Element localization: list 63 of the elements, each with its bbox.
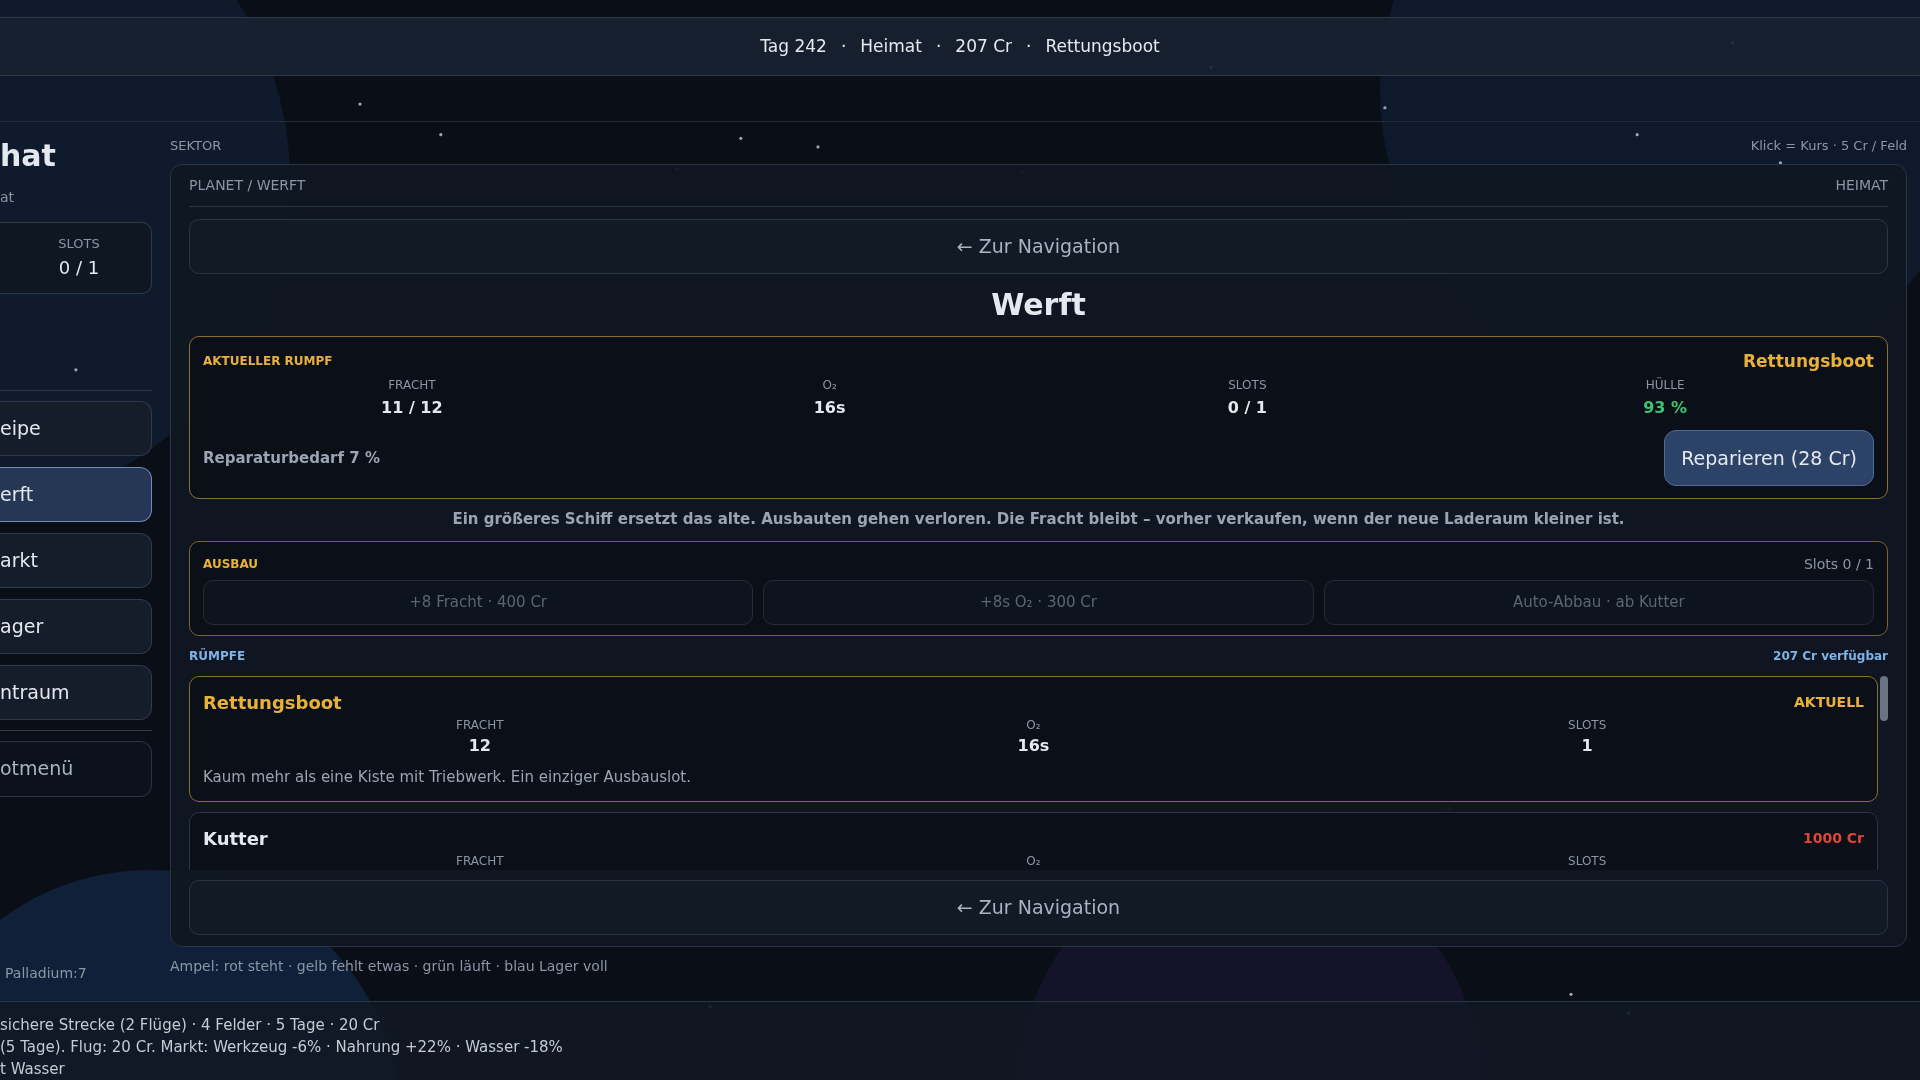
stat-value: 0 / 1 (58, 255, 100, 280)
stat-label: FRACHT (456, 716, 504, 734)
hull-name: Rettungsboot (203, 690, 342, 715)
stat-value: 11 / 12 (381, 397, 443, 420)
hull-name: Kutter (203, 826, 268, 851)
stat-label: SLOTS (58, 235, 100, 254)
stat-label: O₂ (1026, 852, 1041, 870)
panel-title: PLANET / WERFT (189, 175, 306, 195)
nav-button[interactable]: erft (0, 466, 152, 522)
legend-text: Ampel: rot steht · gelb fehlt etwas · grün läuft · blau Lager voll (170, 956, 609, 976)
card-label: AKTUELLER RUMPF (203, 353, 333, 371)
nav-button[interactable]: arkt (0, 532, 152, 588)
status-text: · (840, 34, 847, 58)
stat-label: SLOTS (1568, 716, 1607, 734)
hull-name: Rettungsboot (1742, 349, 1874, 373)
navigation-button[interactable]: ← Zur Navigation (189, 218, 1888, 274)
hull-card[interactable]: Rettungsboot AKTUELL FRACHT 12 O₂ 16s SLOTS 1 Kaum mehr als eine Kiste mit Triebwerk. Ein einziger Ausbauslot. (189, 675, 1878, 802)
status-text: Heimat (860, 34, 922, 58)
repair-need-text: Reparaturbedarf 7 % (203, 447, 380, 469)
status-text: Tag 242 (760, 34, 827, 58)
stat-label: HÜLLE (1645, 376, 1685, 395)
location-subtitle: at (0, 187, 16, 207)
nav-button[interactable]: ager (0, 598, 152, 654)
hint-text: Klick = Kurs · 5 Cr / Feld (1750, 136, 1907, 155)
stat-value: 0 / 1 (1227, 397, 1267, 420)
card-label: AUSBAU (203, 556, 259, 574)
hull-description: Kaum mehr als eine Kiste mit Triebwerk. Ein einziger Ausbauslot. (203, 766, 692, 788)
stat-value: 93 % (1643, 397, 1688, 420)
location-label: HEIMAT (1835, 175, 1888, 195)
scrollbar[interactable] (1880, 675, 1888, 721)
stat-label: O₂ (1026, 716, 1041, 734)
hull-status-label: 1000 Cr (1802, 828, 1864, 848)
nav-button[interactable]: eipe (0, 400, 152, 456)
status-text: 207 Cr (955, 34, 1013, 58)
stat-label: FRACHT (456, 852, 504, 870)
slots-text: Slots 0 / 1 (1804, 554, 1874, 574)
stat-value: 1 (1581, 734, 1593, 757)
log-line: sichere Strecke (2 Flüge) · 4 Felder · 5 Tage · 20 Cr (0, 1015, 381, 1036)
menu-button[interactable]: otmenü (0, 740, 152, 797)
repair-button[interactable]: Reparieren (28 Cr) (1664, 430, 1874, 487)
inventory-text: Palladium:7 (4, 963, 88, 983)
nav-button[interactable]: ntraum (0, 664, 152, 720)
hull-card[interactable]: Kutter 1000 Cr FRACHT O₂ SLOTS (189, 811, 1878, 870)
stat-label: SLOTS (1568, 852, 1607, 870)
location-title: hat (0, 136, 57, 175)
navigation-button[interactable]: ← Zur Navigation (189, 879, 1888, 935)
stat-value: 16s (1017, 734, 1050, 757)
stat-label: FRACHT (388, 377, 436, 395)
status-text: Rettungsboot (1045, 34, 1160, 58)
section-label: SEKTOR (170, 136, 222, 155)
log-line: t Wasser (0, 1059, 66, 1080)
info-text: Ein größeres Schiff ersetzt das alte. Ausbauten gehen verloren. Die Fracht bleibt – vorher verkaufen, wenn der neue Laderaum kleiner ist. (452, 509, 1625, 531)
budget-text: 207 Cr verfügbar (1773, 647, 1888, 665)
stat-value: 12 (468, 734, 491, 757)
hull-status-label: AKTUELL (1794, 692, 1864, 712)
stat-label: O₂ (822, 377, 837, 395)
status-text: · (935, 34, 942, 58)
stat-value: 16s (813, 397, 846, 420)
stat-label: SLOTS (1228, 377, 1267, 395)
status-text: · (1026, 34, 1032, 58)
page-heading: Werft (991, 286, 1086, 325)
section-label: RÜMPFE (189, 647, 246, 665)
log-line: (5 Tage). Flug: 20 Cr. Markt: Werkzeug -6% · Nahrung +22% · Wasser -18% (0, 1037, 564, 1058)
